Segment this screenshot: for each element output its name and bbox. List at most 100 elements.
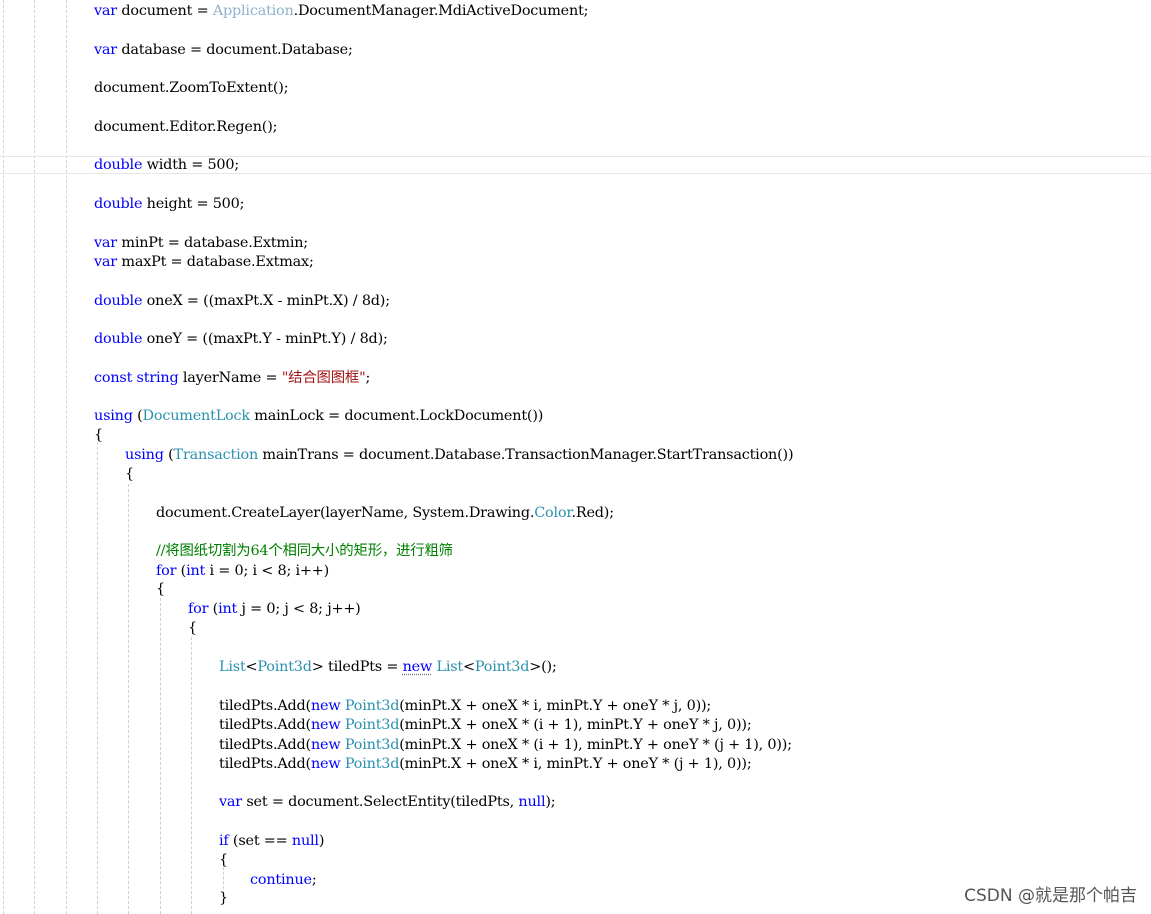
code-token: maxPt = database.Extmax; bbox=[117, 254, 314, 270]
code-line[interactable]: using (DocumentLock mainLock = document.… bbox=[94, 407, 543, 425]
code-token: //将图纸切割为64个相同大小的矩形，进行粗筛 bbox=[156, 543, 453, 559]
code-token: ( bbox=[208, 601, 219, 617]
code-token: Point3d bbox=[344, 698, 400, 714]
code-token: var bbox=[94, 42, 117, 58]
code-token: < bbox=[463, 659, 475, 675]
indent-guide bbox=[34, 0, 35, 914]
code-line[interactable]: if (set == null) bbox=[219, 832, 324, 850]
code-token: string bbox=[136, 370, 179, 386]
code-line[interactable]: continue; bbox=[250, 871, 317, 889]
code-line[interactable]: List<Point3d> tiledPts = new List<Point3… bbox=[219, 658, 557, 676]
code-token: document.Editor.Regen(); bbox=[94, 119, 278, 135]
code-line[interactable]: var document = Application.DocumentManag… bbox=[94, 2, 589, 20]
code-line[interactable]: var minPt = database.Extmin; bbox=[94, 234, 308, 252]
code-line[interactable]: for (int j = 0; j < 8; j++) bbox=[188, 600, 361, 618]
code-token: >(); bbox=[529, 659, 557, 675]
code-token: < bbox=[245, 659, 258, 675]
code-line[interactable]: var database = document.Database; bbox=[94, 41, 353, 59]
code-token: } bbox=[219, 890, 228, 906]
code-line[interactable]: var maxPt = database.Extmax; bbox=[94, 253, 314, 271]
code-token: List bbox=[436, 659, 464, 675]
code-line[interactable]: { bbox=[188, 619, 197, 637]
code-line[interactable]: double oneX = ((maxPt.X - minPt.X) / 8d)… bbox=[94, 292, 390, 310]
code-token: for bbox=[188, 601, 209, 617]
code-line[interactable]: { bbox=[94, 426, 103, 444]
code-token: Point3d bbox=[344, 717, 400, 733]
code-line[interactable]: double oneY = ((maxPt.Y - minPt.Y) / 8d)… bbox=[94, 330, 388, 348]
code-token: double bbox=[94, 196, 143, 212]
code-token: { bbox=[94, 427, 103, 443]
code-token: database = document.Database; bbox=[117, 42, 353, 58]
code-token: continue bbox=[250, 872, 312, 888]
code-token: Application bbox=[212, 3, 294, 19]
code-token: null bbox=[291, 833, 319, 849]
code-token: var bbox=[219, 794, 242, 810]
code-token: double bbox=[94, 293, 143, 309]
code-token: List bbox=[219, 659, 246, 675]
code-token: Point3d bbox=[257, 659, 312, 675]
code-token: width = 500; bbox=[142, 157, 240, 173]
code-line[interactable]: const string layerName = "结合图图框"; bbox=[94, 369, 370, 387]
code-token: j = 0; j < 8; j++) bbox=[237, 601, 361, 617]
block-guide bbox=[128, 484, 129, 914]
indent-guide bbox=[66, 0, 67, 914]
code-token: "结合图图框" bbox=[281, 370, 366, 386]
code-token: ; bbox=[365, 370, 371, 386]
code-token: if bbox=[219, 833, 229, 849]
margin-guide bbox=[3, 0, 4, 914]
code-token: DocumentLock bbox=[142, 408, 251, 424]
code-line[interactable]: double height = 500; bbox=[94, 195, 244, 213]
code-token: Point3d bbox=[344, 737, 400, 753]
code-token: Point3d bbox=[474, 659, 530, 675]
code-line[interactable]: using (Transaction mainTrans = document.… bbox=[125, 446, 794, 464]
code-token: tiledPts.Add( bbox=[219, 698, 311, 714]
code-line[interactable]: tiledPts.Add(new Point3d(minPt.X + oneX … bbox=[219, 736, 792, 754]
code-line[interactable]: document.ZoomToExtent(); bbox=[94, 79, 289, 97]
code-token: new bbox=[310, 717, 341, 733]
code-editor[interactable]: var document = Application.DocumentManag… bbox=[0, 0, 1151, 914]
code-token: var bbox=[94, 3, 117, 19]
code-token: ); bbox=[545, 794, 556, 810]
code-token: tiledPts.Add( bbox=[219, 717, 311, 733]
code-line[interactable]: { bbox=[219, 851, 228, 869]
code-token: (minPt.X + oneX * i, minPt.Y + oneY * j,… bbox=[399, 698, 712, 714]
code-token: minPt = database.Extmin; bbox=[117, 235, 308, 251]
code-line[interactable]: tiledPts.Add(new Point3d(minPt.X + oneX … bbox=[219, 697, 711, 715]
code-token: { bbox=[219, 852, 228, 868]
code-token: .DocumentManager.MdiActiveDocument; bbox=[293, 3, 589, 19]
code-line[interactable]: tiledPts.Add(new Point3d(minPt.X + oneX … bbox=[219, 716, 752, 734]
code-line[interactable]: //将图纸切割为64个相同大小的矩形，进行粗筛 bbox=[156, 542, 453, 560]
code-line[interactable]: document.CreateLayer(layerName, System.D… bbox=[156, 504, 614, 522]
code-token: double bbox=[94, 157, 143, 173]
code-token: (minPt.X + oneX * (i + 1), minPt.Y + one… bbox=[399, 717, 752, 733]
code-line[interactable]: { bbox=[156, 580, 165, 598]
code-token: double bbox=[94, 331, 143, 347]
code-token: tiledPts.Add( bbox=[219, 737, 311, 753]
code-token: Color bbox=[534, 505, 572, 521]
code-token: const bbox=[94, 370, 133, 386]
code-line[interactable]: document.Editor.Regen(); bbox=[94, 118, 277, 136]
block-guide bbox=[191, 637, 192, 914]
code-token: var bbox=[94, 235, 117, 251]
code-line[interactable]: double width = 500; bbox=[94, 156, 239, 174]
code-token: i = 0; i < 8; i++) bbox=[205, 563, 330, 579]
code-line[interactable]: var set = document.SelectEntity(tiledPts… bbox=[219, 793, 556, 811]
code-line[interactable]: for (int i = 0; i < 8; i++) bbox=[156, 562, 329, 580]
code-line[interactable]: { bbox=[125, 465, 134, 483]
code-token: ( bbox=[163, 447, 174, 463]
code-token: ( bbox=[132, 408, 143, 424]
code-token: (minPt.X + oneX * i, minPt.Y + oneY * (j… bbox=[399, 756, 752, 772]
code-line[interactable]: tiledPts.Add(new Point3d(minPt.X + oneX … bbox=[219, 755, 752, 773]
code-line[interactable]: } bbox=[219, 889, 228, 907]
code-token: layerName = bbox=[178, 370, 282, 386]
block-guide bbox=[97, 437, 98, 914]
code-token: document.CreateLayer(layerName, System.D… bbox=[156, 505, 535, 521]
code-token: var bbox=[94, 254, 117, 270]
code-token: > tiledPts = bbox=[311, 659, 403, 675]
code-token: for bbox=[156, 563, 177, 579]
code-token: oneX = ((maxPt.X - minPt.X) / 8d); bbox=[142, 293, 390, 309]
code-token: set = document.SelectEntity(tiledPts, bbox=[242, 794, 519, 810]
code-token: ) bbox=[318, 833, 325, 849]
block-guide bbox=[223, 867, 224, 889]
code-token: mainLock = document.LockDocument()) bbox=[249, 408, 544, 424]
